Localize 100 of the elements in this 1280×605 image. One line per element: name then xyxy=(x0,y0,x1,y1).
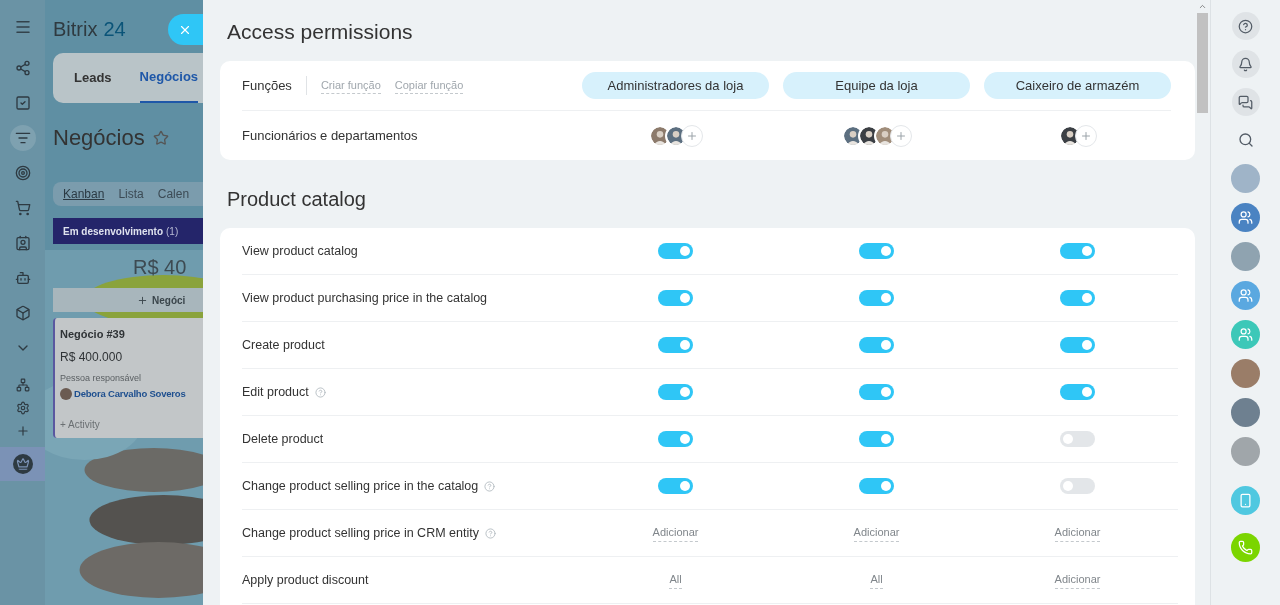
mobile-button[interactable] xyxy=(1231,486,1260,515)
tab[interactable]: Negócios xyxy=(139,53,199,103)
value-link[interactable]: Adicionar xyxy=(652,524,699,542)
chat-icon xyxy=(1238,94,1253,110)
deal-title: Negócio #39 xyxy=(60,327,126,342)
view-tab[interactable]: Lista xyxy=(118,185,144,203)
star-icon xyxy=(152,129,169,146)
stage-total: R$ 40 xyxy=(133,255,188,280)
logo-name: Bitrix xyxy=(53,17,98,42)
permission-label: Apply product discount xyxy=(242,571,369,589)
crown-icon xyxy=(12,454,33,474)
permission-label: Create product xyxy=(242,336,325,354)
toggle-switch[interactable] xyxy=(658,243,693,259)
value-link[interactable]: All xyxy=(870,571,883,589)
permission-label: View product purchasing price in the catalog xyxy=(242,289,488,307)
role-pill[interactable]: Equipe da loja xyxy=(783,72,970,99)
phone-device-icon xyxy=(1238,493,1253,508)
section-title: Product catalog xyxy=(227,187,367,212)
target-icon xyxy=(14,165,31,181)
add-member-button[interactable] xyxy=(1074,124,1097,147)
deal-card[interactable]: Negócio #39 R$ 400.000 Pessoa responsável Debora Carvalho Soveros + Activity xyxy=(53,318,203,438)
toggle-switch[interactable] xyxy=(859,243,894,259)
plus-icon xyxy=(685,129,698,142)
notifications-button[interactable] xyxy=(1231,50,1260,78)
view-tab[interactable]: Kanban xyxy=(63,185,105,203)
value-link[interactable]: Adicionar xyxy=(1054,524,1101,542)
permission-label: Change product selling price in the catalog xyxy=(242,477,479,495)
permission-label: Change product selling price in CRM entity xyxy=(242,524,479,542)
contact-avatar[interactable] xyxy=(1231,242,1260,271)
toggle-switch[interactable] xyxy=(1060,243,1095,259)
toggle-switch[interactable] xyxy=(859,290,894,306)
stage-name: Em desenvolvimento xyxy=(63,224,164,239)
value-link[interactable]: Adicionar xyxy=(1054,571,1101,589)
toggle-switch[interactable] xyxy=(859,384,894,400)
panel-title: Access permissions xyxy=(227,19,414,44)
help-button[interactable] xyxy=(1231,12,1260,40)
avatar xyxy=(60,388,72,401)
responsible-label: Pessoa responsável xyxy=(60,371,143,385)
contact-avatar[interactable] xyxy=(1231,203,1260,232)
roles-label: Funções xyxy=(242,75,307,96)
toggle-switch[interactable] xyxy=(859,478,894,494)
close-button[interactable] xyxy=(168,14,203,45)
call-button[interactable] xyxy=(1231,533,1260,562)
plus-icon xyxy=(894,129,907,142)
plus-icon xyxy=(137,294,148,306)
plus-icon xyxy=(1079,129,1092,142)
action-link[interactable]: Criar função xyxy=(320,76,381,95)
group-icon xyxy=(1238,327,1253,342)
box-icon xyxy=(14,305,31,321)
role-pill[interactable]: Caixeiro de armazém xyxy=(984,72,1171,99)
responsible-link[interactable]: Debora Carvalho Soveros xyxy=(74,387,186,402)
filter-icon xyxy=(14,130,31,146)
group-icon xyxy=(1238,288,1253,303)
contact-avatar[interactable] xyxy=(1231,437,1260,466)
nodes-icon xyxy=(14,60,31,76)
cart-icon xyxy=(14,200,31,216)
toggle-switch[interactable] xyxy=(658,478,693,494)
toggle-switch[interactable] xyxy=(1060,384,1095,400)
value-link[interactable]: Adicionar xyxy=(853,524,900,542)
add-deal-button[interactable]: Negóci xyxy=(53,288,203,312)
tab[interactable]: Leads xyxy=(74,53,112,103)
deal-amount: R$ 400.000 xyxy=(60,348,124,366)
toggle-switch[interactable] xyxy=(859,337,894,353)
hierarchy-icon xyxy=(15,378,30,392)
view-tab[interactable]: Calen xyxy=(157,185,190,203)
search-icon xyxy=(1237,132,1254,148)
toggle-switch[interactable] xyxy=(658,337,693,353)
contact-card-icon xyxy=(14,235,31,251)
role-pill[interactable]: Administradores da loja xyxy=(582,72,769,99)
action-link[interactable]: Copiar função xyxy=(394,76,464,95)
contact-avatar[interactable] xyxy=(1231,164,1260,193)
permission-label: View product catalog xyxy=(242,242,358,260)
toggle-switch[interactable] xyxy=(1060,290,1095,306)
value-link[interactable]: All xyxy=(669,571,682,589)
toggle-switch[interactable] xyxy=(658,431,693,447)
stage-count: (1) xyxy=(166,224,179,239)
chat-button[interactable] xyxy=(1231,88,1260,116)
menu-icon xyxy=(13,18,32,36)
toggle-switch[interactable] xyxy=(1060,478,1095,494)
settings-icon xyxy=(15,401,30,415)
notifications-icon xyxy=(1238,56,1253,72)
add-activity-link[interactable]: + Activity xyxy=(60,417,203,433)
permission-label: Delete product xyxy=(242,430,324,448)
contact-avatar[interactable] xyxy=(1231,398,1260,427)
scrollbar-thumb[interactable] xyxy=(1197,13,1208,113)
add-member-button[interactable] xyxy=(680,124,703,147)
toggle-switch[interactable] xyxy=(658,384,693,400)
permission-label: Edit product xyxy=(242,383,309,401)
page-title: Negócios xyxy=(53,124,145,152)
toggle-switch[interactable] xyxy=(1060,431,1095,447)
toggle-switch[interactable] xyxy=(859,431,894,447)
row-label: Funcionários e departamentos xyxy=(242,126,419,145)
logo-number: 24 xyxy=(103,17,126,42)
contact-avatar[interactable] xyxy=(1231,320,1260,349)
toggle-switch[interactable] xyxy=(658,290,693,306)
toggle-switch[interactable] xyxy=(1060,337,1095,353)
checkbox-icon xyxy=(14,95,31,111)
add-icon xyxy=(15,424,30,438)
contact-avatar[interactable] xyxy=(1231,281,1260,310)
contact-avatar[interactable] xyxy=(1231,359,1260,388)
